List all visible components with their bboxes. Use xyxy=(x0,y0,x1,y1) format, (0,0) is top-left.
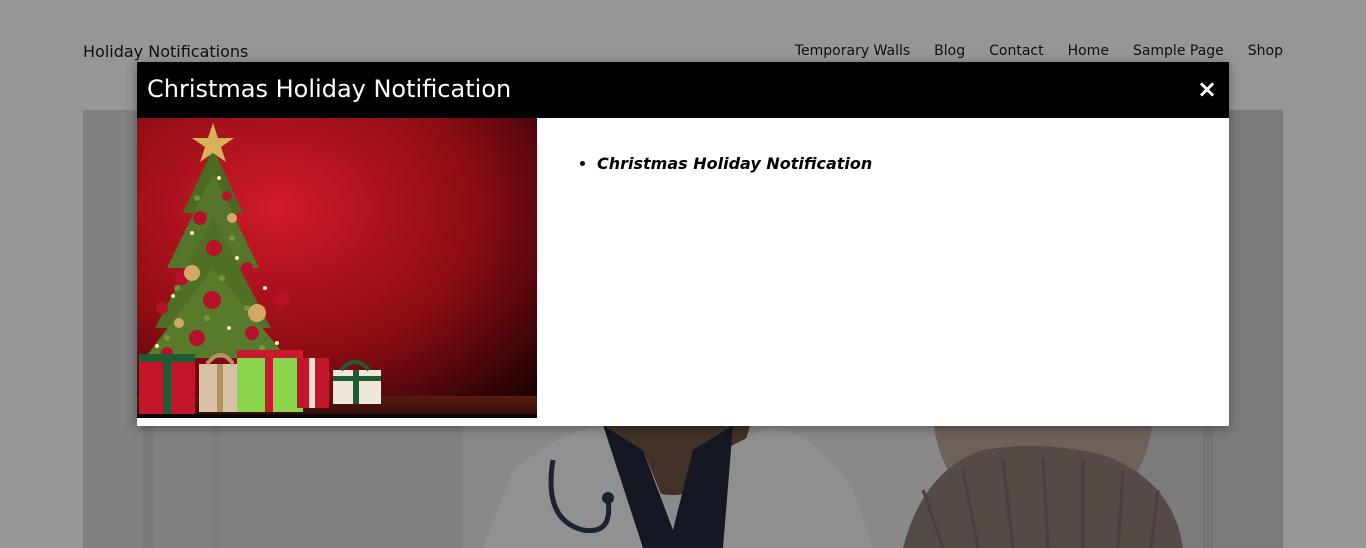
page: Holiday Notifications Temporary Walls Bl… xyxy=(0,0,1366,548)
notification-list: Christmas Holiday Notification xyxy=(537,154,872,173)
christmas-tree-gifts-image xyxy=(137,118,537,418)
christmas-tree-illustration xyxy=(137,118,537,418)
list-item: Christmas Holiday Notification xyxy=(597,154,872,173)
modal-title: Christmas Holiday Notification xyxy=(147,75,512,103)
notification-modal: Christmas Holiday Notification × • Chris… xyxy=(137,62,1229,426)
modal-body: Christmas Holiday Notification xyxy=(537,118,1229,418)
close-button[interactable]: × xyxy=(1193,74,1221,104)
modal-header: Christmas Holiday Notification × xyxy=(137,62,1229,118)
